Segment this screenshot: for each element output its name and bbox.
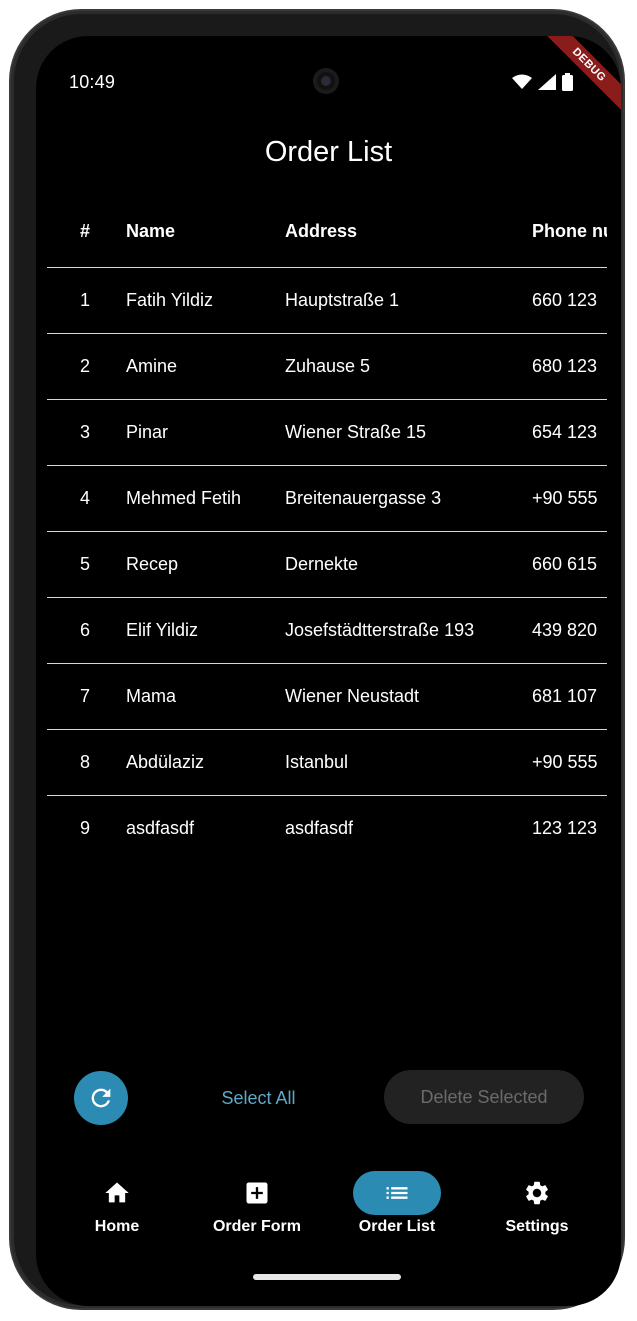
row-phone: 439 820 — [532, 620, 598, 640]
row-address: Wiener Straße 15 — [285, 422, 427, 442]
home-icon — [105, 1182, 129, 1203]
table-row[interactable]: 3 Pinar Wiener Straße 15 654 123 — [47, 400, 607, 466]
row-index: 8 — [80, 752, 91, 772]
row-name: Recep — [126, 554, 179, 574]
table-row[interactable]: 4 Mehmed Fetih Breitenauergasse 3 +90 55… — [47, 466, 607, 532]
row-name: Amine — [126, 356, 178, 376]
nav-item-home[interactable]: Home — [47, 1164, 187, 1244]
row-phone: 654 123 — [532, 422, 598, 442]
row-name: asdfasdf — [126, 818, 195, 838]
row-address: Breitenauergasse 3 — [285, 488, 442, 508]
bottom-navigation: Home Order Form Order List Settings — [36, 1164, 621, 1244]
row-index: 1 — [80, 290, 91, 310]
nav-icon-container — [493, 1171, 581, 1215]
nav-label: Home — [94, 1218, 140, 1235]
row-index: 6 — [80, 620, 91, 640]
table-row[interactable]: 8 Abdülaziz Istanbul +90 555 — [47, 730, 607, 796]
status-time: 10:49 — [69, 72, 116, 92]
row-phone: 123 123 — [532, 818, 598, 838]
row-phone: 681 107 — [532, 686, 598, 706]
column-header-name[interactable]: Name — [126, 196, 175, 267]
row-address: Hauptstraße 1 — [285, 290, 400, 310]
list-icon — [386, 1187, 408, 1199]
nav-label: Order List — [358, 1218, 436, 1235]
phone-frame: 10:49 DEBUG Order List # Name Address Ph… — [11, 11, 623, 1308]
select-all-button[interactable]: Select All — [186, 1076, 331, 1120]
table-row[interactable]: 5 Recep Dernekte 660 615 — [47, 532, 607, 598]
table-row[interactable]: 2 Amine Zuhause 5 680 123 — [47, 334, 607, 400]
nav-icon-container — [213, 1171, 301, 1215]
row-address: Josefstädtterstraße 193 — [285, 620, 475, 640]
table-header-row: # Name Address Phone nu — [47, 196, 607, 268]
column-header-index[interactable]: # — [80, 196, 100, 267]
row-address: Istanbul — [285, 752, 349, 772]
row-index: 2 — [80, 356, 91, 376]
row-name: Abdülaziz — [126, 752, 205, 772]
refresh-button[interactable] — [74, 1071, 128, 1125]
row-name: Mehmed Fetih — [126, 488, 242, 508]
gear-icon — [526, 1181, 548, 1205]
wifi-icon — [512, 74, 532, 89]
row-phone: +90 555 — [532, 752, 598, 772]
nav-icon-container — [353, 1171, 441, 1215]
row-index: 4 — [80, 488, 91, 508]
delete-selected-button[interactable]: Delete Selected — [384, 1070, 584, 1124]
nav-item-order-form[interactable]: Order Form — [187, 1164, 327, 1244]
app-screen: 10:49 DEBUG Order List # Name Address Ph… — [36, 36, 621, 1306]
nav-label: Order Form — [212, 1218, 301, 1235]
nav-item-order-list[interactable]: Order List — [327, 1164, 467, 1244]
row-name: Elif Yildiz — [126, 620, 199, 640]
column-header-address[interactable]: Address — [285, 196, 357, 267]
row-phone: +90 555 — [532, 488, 598, 508]
table-row[interactable]: 1 Fatih Yildiz Hauptstraße 1 660 123 — [47, 268, 607, 334]
row-address: Wiener Neustadt — [285, 686, 420, 706]
table-row[interactable]: 9 asdfasdf asdfasdf 123 123 — [47, 796, 607, 861]
nav-item-settings[interactable]: Settings — [467, 1164, 607, 1244]
table-row[interactable]: 7 Mama Wiener Neustadt 681 107 — [47, 664, 607, 730]
row-phone: 660 615 — [532, 554, 598, 574]
row-index: 5 — [80, 554, 91, 574]
nav-label: Settings — [505, 1218, 569, 1235]
row-index: 9 — [80, 818, 91, 838]
status-icons — [512, 72, 573, 92]
cellular-signal-icon — [538, 74, 556, 90]
row-name: Fatih Yildiz — [126, 290, 214, 310]
row-address: Zuhause 5 — [285, 356, 371, 376]
row-phone: 680 123 — [532, 356, 598, 376]
row-index: 7 — [80, 686, 91, 706]
column-header-phone[interactable]: Phone nu — [532, 196, 607, 267]
row-name: Pinar — [126, 422, 169, 442]
row-phone: 660 123 — [532, 290, 598, 310]
table-row[interactable]: 6 Elif Yildiz Josefstädtterstraße 193 43… — [47, 598, 607, 664]
nav-icon-container — [73, 1171, 161, 1215]
home-indicator[interactable] — [253, 1274, 401, 1280]
front-camera — [313, 68, 339, 94]
add-box-icon — [246, 1182, 268, 1204]
battery-icon — [562, 73, 573, 91]
row-index: 3 — [80, 422, 91, 442]
row-name: Mama — [126, 686, 177, 706]
refresh-icon — [91, 1088, 111, 1108]
row-address: Dernekte — [285, 554, 359, 574]
row-address: asdfasdf — [285, 818, 354, 838]
orders-table: # Name Address Phone nu 1 Fatih Yildiz H… — [47, 196, 607, 861]
page-title: Order List — [264, 136, 393, 168]
